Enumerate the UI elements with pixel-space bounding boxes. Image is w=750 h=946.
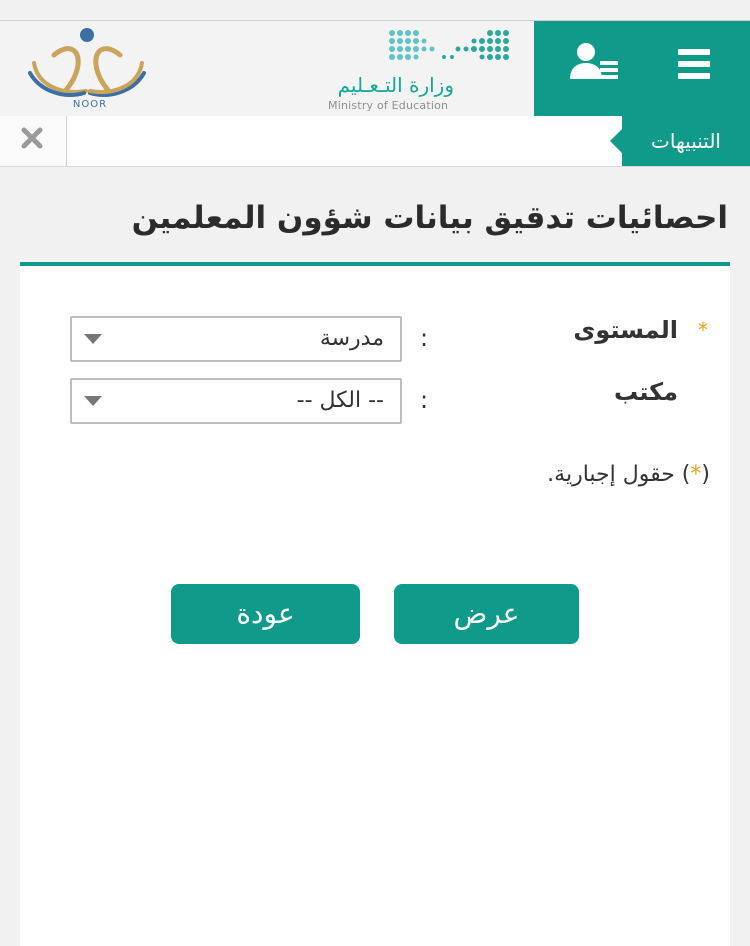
user-list-button[interactable] <box>570 41 622 85</box>
office-select[interactable]: -- الكل -- <box>70 378 402 424</box>
page-title: احصائيات تدقيق بيانات شؤون المعلمين <box>131 200 728 236</box>
office-label: مكتب <box>613 378 678 406</box>
chevron-down-icon <box>84 334 102 344</box>
close-icon <box>21 127 43 149</box>
app-header: NOOR وزارة التـعـليم Ministry of Educati… <box>0 20 750 117</box>
back-button[interactable]: عودة <box>171 584 360 644</box>
noor-logo-text: NOOR <box>72 99 108 110</box>
office-colon: : <box>420 386 429 414</box>
required-fields-note: (*) حقول إجبارية. <box>547 462 710 487</box>
header-actions <box>534 21 750 117</box>
required-note-open: ( <box>701 462 710 487</box>
ministry-name-en: Ministry of Education <box>328 99 449 112</box>
level-select[interactable]: مدرسة <box>70 316 402 362</box>
form-card: * المستوى : مدرسة مكتب : -- الكل -- (*) … <box>20 262 730 946</box>
level-label: المستوى <box>573 316 678 344</box>
level-colon: : <box>420 324 429 352</box>
required-note-text: ) حقول إجبارية. <box>547 462 691 487</box>
menu-bar-top <box>678 49 710 55</box>
alerts-close-button[interactable] <box>0 116 67 166</box>
ministry-name-ar: وزارة التـعـليم <box>337 73 454 97</box>
menu-bar-bottom <box>678 73 710 79</box>
required-star: * <box>698 318 708 342</box>
menu-bar-middle <box>678 61 710 67</box>
ministry-dots-icon <box>389 30 509 60</box>
office-select-value: -- الكل -- <box>296 388 384 413</box>
alerts-bar: التنبيهات <box>0 116 750 167</box>
level-select-value: مدرسة <box>319 326 384 351</box>
submit-button[interactable]: عرض <box>394 584 579 644</box>
alerts-label[interactable]: التنبيهات <box>610 116 750 166</box>
user-list-icon <box>570 43 618 79</box>
required-note-star: * <box>690 462 702 487</box>
chevron-down-icon <box>84 396 102 406</box>
noor-logo[interactable]: NOOR <box>24 25 152 115</box>
ministry-logo: وزارة التـعـليم Ministry of Education <box>318 27 518 115</box>
hamburger-menu-button[interactable] <box>674 45 718 89</box>
